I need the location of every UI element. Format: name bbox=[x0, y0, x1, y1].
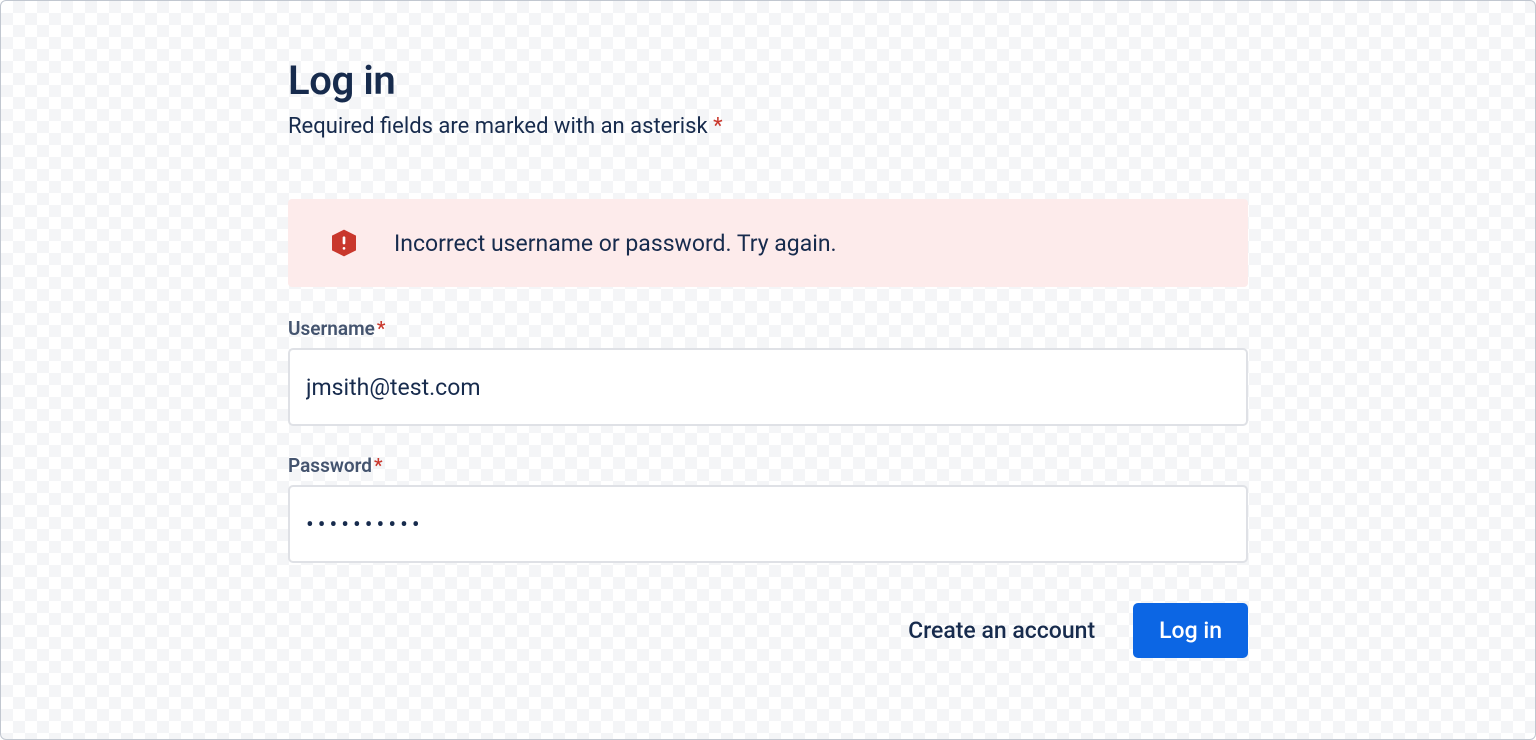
password-label-text: Password bbox=[288, 454, 372, 477]
error-alert: Incorrect username or password. Try agai… bbox=[288, 199, 1248, 287]
username-label-text: Username bbox=[288, 317, 375, 340]
password-input[interactable] bbox=[288, 485, 1248, 563]
username-input[interactable] bbox=[288, 348, 1248, 426]
login-frame: Log in Required fields are marked with a… bbox=[0, 0, 1536, 740]
login-form: Log in Required fields are marked with a… bbox=[288, 57, 1248, 658]
username-label: Username* bbox=[288, 317, 1248, 340]
login-button[interactable]: Log in bbox=[1133, 603, 1248, 658]
required-fields-note: Required fields are marked with an aster… bbox=[288, 114, 1248, 139]
error-message: Incorrect username or password. Try agai… bbox=[394, 230, 837, 257]
required-fields-text: Required fields are marked with an aster… bbox=[288, 114, 713, 139]
error-icon bbox=[328, 227, 360, 259]
required-asterisk-icon: * bbox=[374, 454, 383, 477]
required-asterisk-icon: * bbox=[377, 317, 386, 340]
password-label: Password* bbox=[288, 454, 1248, 477]
username-field-group: Username* bbox=[288, 317, 1248, 426]
asterisk-icon: * bbox=[713, 114, 722, 139]
page-title: Log in bbox=[288, 57, 1248, 104]
password-field-group: Password* bbox=[288, 454, 1248, 563]
create-account-button[interactable]: Create an account bbox=[904, 603, 1099, 658]
form-actions: Create an account Log in bbox=[288, 603, 1248, 658]
